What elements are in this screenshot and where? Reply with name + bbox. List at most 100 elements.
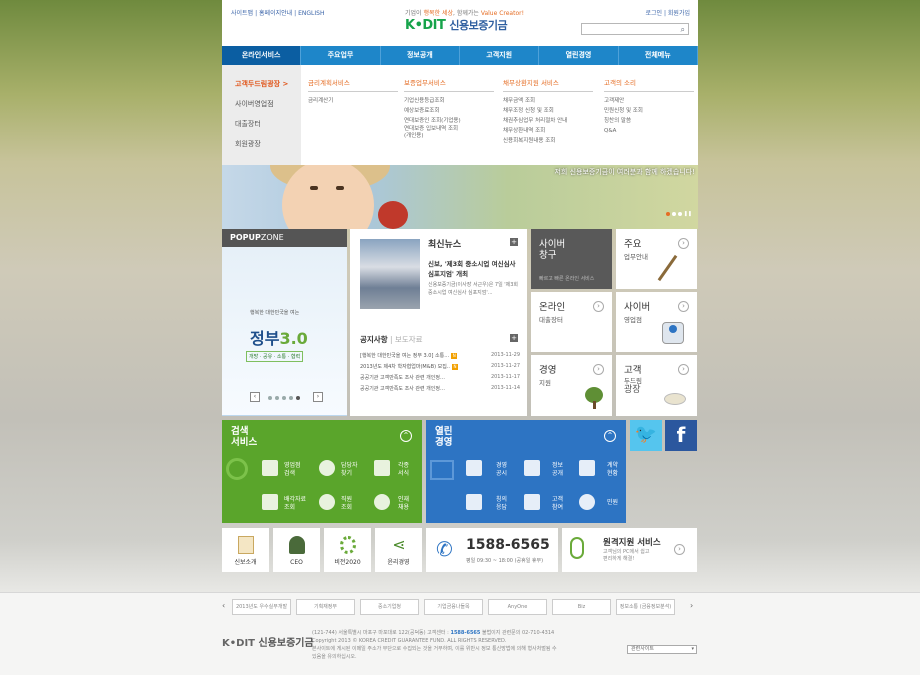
- footer-banner[interactable]: 기획재정부: [296, 599, 355, 615]
- participation-link[interactable]: 고객 참여: [552, 496, 563, 512]
- join-link[interactable]: 회원가입: [668, 10, 690, 17]
- tile-main-business[interactable]: 주요 업무안내 ›: [616, 229, 697, 289]
- next-arrow-icon[interactable]: ›: [313, 392, 323, 402]
- ethics-box[interactable]: ⋖ 윤리경영: [375, 528, 422, 572]
- tile-cyber-window[interactable]: 사이버 창구 빠르고 빠른 온라인 서비스: [531, 229, 612, 289]
- tile-cyber-branch[interactable]: 사이버 영업점 ›: [616, 292, 697, 352]
- menu-item[interactable]: 신용회복지원내용 조회: [503, 136, 593, 146]
- tile-online-loan[interactable]: 온라인 대출장터 ›: [531, 292, 612, 352]
- disclosure-link[interactable]: 경영 공시: [496, 462, 507, 478]
- sitemap-link[interactable]: 사이트맵: [231, 10, 253, 17]
- staff-icon: [319, 494, 335, 510]
- menu-item[interactable]: 칭찬의 말씀: [604, 116, 694, 126]
- footer-banner[interactable]: 정보소통 (금융정보분석): [616, 599, 675, 615]
- civil-complaint-link[interactable]: 민원: [607, 499, 618, 507]
- tile-management[interactable]: 경영 지원 ›: [531, 355, 612, 416]
- popup-dot[interactable]: [296, 396, 300, 400]
- banner-dot[interactable]: [677, 212, 682, 216]
- side-item-member-plaza[interactable]: 회원광장: [235, 139, 261, 149]
- side-item-customer-plaza[interactable]: 고객두드림광장 >: [235, 79, 288, 89]
- nav-dropdown: 고객두드림광장 > 사이버영업점 대출장터 회원광장 금리계획서비스 금리계산기…: [222, 65, 698, 165]
- nav-all-menu[interactable]: 전체메뉴: [619, 46, 698, 65]
- menu-item[interactable]: 고객제안: [604, 96, 694, 106]
- collapse-icon[interactable]: ⌃: [400, 430, 412, 442]
- tab-press[interactable]: 보도자료: [395, 335, 423, 344]
- menu-item[interactable]: 민원신청 및 조회: [604, 106, 694, 116]
- banner-prev-icon[interactable]: ‹: [222, 601, 225, 610]
- forms-link[interactable]: 각종 서식: [398, 462, 409, 478]
- news-more-icon[interactable]: +: [510, 238, 518, 246]
- menu-item[interactable]: 연대보증인 조회(기업용): [404, 116, 494, 126]
- site-logo[interactable]: K•DIT 신용보증기금: [405, 17, 508, 33]
- contact-find-link[interactable]: 담당자 찾기: [341, 462, 358, 478]
- twitter-icon[interactable]: 🐦: [630, 420, 662, 451]
- english-link[interactable]: ENGLISH: [298, 10, 324, 17]
- tab-notice[interactable]: 공지사항: [360, 335, 388, 344]
- list-item[interactable]: 공공기관 고객만족도 조사 관련 개인정… 2013-11-17: [360, 374, 520, 385]
- nav-online-service[interactable]: 온라인서비스: [222, 46, 302, 65]
- recruit-link[interactable]: 인재 채용: [398, 496, 409, 512]
- remote-support-box[interactable]: 원격지원 서비스 고객님의 PC에서 쉽고 편리하게 해결! ›: [562, 528, 697, 572]
- branch-search-link[interactable]: 영업점 검색: [284, 462, 301, 478]
- banner-dot[interactable]: [671, 212, 676, 216]
- contract-link[interactable]: 계약 현황: [607, 462, 618, 478]
- side-item-loan-market[interactable]: 대출장터: [235, 119, 261, 129]
- popup-dot[interactable]: [275, 396, 279, 400]
- popup-dot[interactable]: [268, 396, 272, 400]
- side-item-cyber-branch[interactable]: 사이버영업점: [235, 99, 274, 109]
- footer-banner[interactable]: 2013년도 우수실무개발: [232, 599, 291, 615]
- menu-item[interactable]: 예상보증료조회: [404, 106, 494, 116]
- materials-link[interactable]: 배각자료 조회: [284, 496, 306, 512]
- footer-banner[interactable]: 중소기업청: [360, 599, 419, 615]
- menu-item[interactable]: 금리계산기: [308, 96, 398, 106]
- banner-next-icon[interactable]: ›: [690, 601, 693, 610]
- footer-banner[interactable]: AnyOne: [488, 599, 547, 615]
- menu-item[interactable]: 채무상환내역 조회: [503, 126, 593, 136]
- search-icon[interactable]: ⌕: [681, 25, 685, 35]
- menu-item[interactable]: 연대보증 입보내역 조회: [404, 126, 494, 133]
- magnifier-icon: [226, 458, 248, 480]
- facebook-icon[interactable]: f: [665, 420, 697, 451]
- nav-info-disclosure[interactable]: 정보공개: [381, 46, 460, 65]
- list-item[interactable]: 공공기관 고객만족도 조사 관련 개인정… 2013-11-14: [360, 385, 520, 396]
- tile-customer-plaza[interactable]: 고객 두드림 광장 ›: [616, 355, 697, 416]
- menu-item[interactable]: 채무조정 신청 및 조회: [503, 106, 593, 116]
- popup-banner[interactable]: 행복한 대한민국을 여는 정부3.0 개방 · 공유 · 소통 · 협력: [222, 247, 347, 415]
- popup-dot[interactable]: [282, 396, 286, 400]
- banner-dot[interactable]: [665, 212, 670, 216]
- footer-banner[interactable]: 기업금융나들목: [424, 599, 483, 615]
- news-headline[interactable]: 신보, '제3회 중소시업 여신심사 심포지엄' 개최: [428, 259, 522, 279]
- guide-link[interactable]: 홈페이지안내: [259, 10, 292, 17]
- collapse-icon[interactable]: ⌃: [604, 430, 616, 442]
- list-item[interactable]: 2013년도 제4차 학자협업마(M&B) 모집.. N 2013-11-27: [360, 363, 520, 374]
- info-open-link[interactable]: 정보 공개: [552, 462, 563, 478]
- pause-icon[interactable]: ❚❚: [684, 211, 692, 217]
- footer-banner[interactable]: Biz: [552, 599, 611, 615]
- list-item[interactable]: [행복한 대한민국을 여는 정부 3.0] 소통… N 2013-11-29: [360, 352, 520, 363]
- qna-link[interactable]: 칭의 응답: [496, 496, 507, 512]
- nav-open-management[interactable]: 열린경영: [539, 46, 619, 65]
- about-box[interactable]: 신보소개: [222, 528, 269, 572]
- menu-item[interactable]: Q&A: [604, 126, 694, 136]
- related-sites-select[interactable]: 관련사이트 ▾: [627, 645, 697, 654]
- nav-customer-support[interactable]: 고객지원: [460, 46, 540, 65]
- menu-item[interactable]: 채권추심업무 처리절차 안내: [503, 116, 593, 126]
- ceo-box[interactable]: CEO: [273, 528, 320, 572]
- link-line1: 경영: [496, 462, 508, 469]
- login-link[interactable]: 로그인: [646, 10, 663, 17]
- menu-item[interactable]: (개인용): [404, 133, 494, 140]
- search-input[interactable]: ⌕: [581, 23, 689, 35]
- arrow-circle-icon: ›: [678, 238, 689, 249]
- main-banner[interactable]: 저희 신용보증기금이 여러분과 함께 하겠습니다! ❚❚: [222, 165, 698, 229]
- menu-item[interactable]: 기업신용등급조회: [404, 96, 494, 106]
- popup-dot[interactable]: [289, 396, 293, 400]
- call-center-box[interactable]: ✆ 1588-6565 평일 09:30 ~ 18:00 (공휴일 휴무): [426, 528, 558, 572]
- prev-arrow-icon[interactable]: ‹: [250, 392, 260, 402]
- news-photo[interactable]: [360, 239, 420, 309]
- dropdown-side-menu: 고객두드림광장 > 사이버영업점 대출장터 회원광장: [222, 65, 301, 165]
- vision-box[interactable]: 비전2020: [324, 528, 371, 572]
- nav-main-business[interactable]: 주요업무: [301, 46, 381, 65]
- staff-link[interactable]: 직원 조회: [341, 496, 352, 512]
- menu-item[interactable]: 채무금액 조회: [503, 96, 593, 106]
- notice-more-icon[interactable]: +: [510, 334, 518, 342]
